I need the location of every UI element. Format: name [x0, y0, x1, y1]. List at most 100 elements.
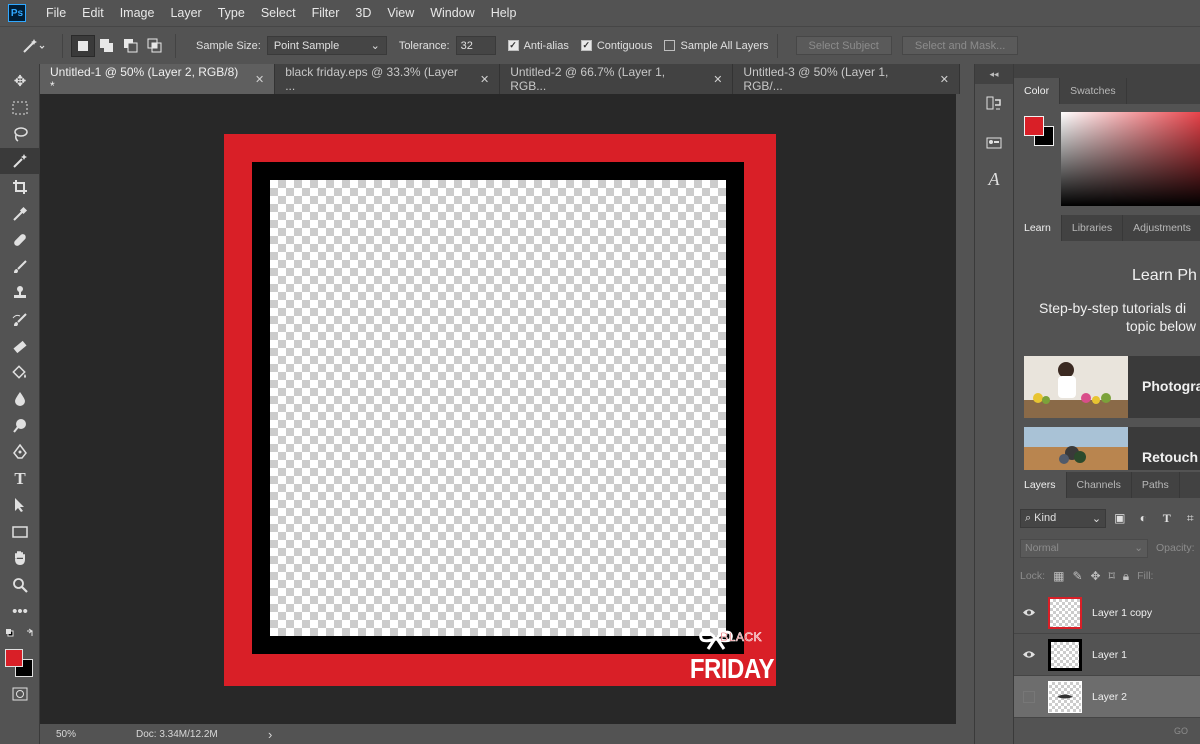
close-icon[interactable]: ✕ [713, 73, 722, 86]
swap-colors-button[interactable] [0, 625, 40, 645]
crop-tool[interactable] [0, 174, 40, 201]
filter-shape-layers-icon[interactable]: ⌗ [1181, 508, 1200, 528]
layer-row-layer-1-copy[interactable]: Layer 1 copy [1014, 592, 1200, 634]
lock-label: Lock: [1020, 570, 1046, 582]
foreground-color-swatch[interactable] [5, 648, 23, 667]
add-to-selection-button[interactable] [95, 35, 119, 57]
select-and-mask-button[interactable]: Select and Mask... [901, 36, 1019, 55]
tab-black-friday[interactable]: black friday.eps @ 33.3% (Layer ... ✕ [275, 64, 501, 94]
tab-untitled-3[interactable]: Untitled-3 @ 50% (Layer 1, RGB/... ✕ [733, 64, 960, 94]
dodge-tool[interactable] [0, 413, 40, 440]
menu-image[interactable]: Image [112, 6, 163, 20]
tab-swatches[interactable]: Swatches [1060, 78, 1127, 104]
intersect-selection-button[interactable] [143, 35, 167, 57]
history-brush-icon [12, 313, 27, 326]
clone-stamp-tool[interactable] [0, 280, 40, 307]
artboard-red-frame[interactable]: BLACK FRIDAY [224, 134, 776, 686]
tab-untitled-2[interactable]: Untitled-2 @ 66.7% (Layer 1, RGB... ✕ [500, 64, 734, 94]
history-brush-tool[interactable] [0, 307, 40, 334]
layer-row-layer-2[interactable]: Layer 2 [1014, 676, 1200, 718]
tab-untitled-1[interactable]: Untitled-1 @ 50% (Layer 2, RGB/8) * ✕ [40, 64, 276, 94]
move-tool[interactable]: ✥ [0, 68, 40, 95]
tab-libraries[interactable]: Libraries [1062, 215, 1124, 241]
layer-name: Layer 2 [1092, 690, 1128, 703]
tab-layers[interactable]: Layers [1014, 472, 1067, 498]
sample-size-select[interactable]: Point Sample ⌄ [266, 36, 387, 55]
magic-wand-tool[interactable] [0, 147, 40, 174]
type-tool[interactable]: T [0, 466, 40, 493]
tab-paths[interactable]: Paths [1132, 472, 1180, 498]
filter-adjustment-layers-icon[interactable]: ◐ [1134, 508, 1154, 528]
contiguous-checkbox[interactable]: ✓ Contiguous [580, 40, 652, 52]
lock-artboard-icon[interactable]: ⌑ [1109, 569, 1115, 583]
eye-icon[interactable] [1014, 608, 1044, 617]
tab-channels[interactable]: Channels [1067, 472, 1132, 498]
lock-position-icon[interactable]: ✥ [1091, 569, 1101, 583]
foreground-color-swatch[interactable] [1024, 116, 1044, 136]
color-spectrum-picker[interactable] [1061, 112, 1200, 206]
status-menu-arrow[interactable]: › [268, 727, 272, 742]
close-icon[interactable]: ✕ [940, 73, 949, 86]
layer-row-layer-1[interactable]: Layer 1 [1014, 634, 1200, 676]
lock-image-pixels-icon[interactable]: ✎ [1072, 569, 1082, 583]
hand-tool[interactable] [0, 545, 40, 572]
rectangle-tool[interactable] [0, 519, 40, 546]
close-icon[interactable]: ✕ [255, 73, 264, 86]
vertical-scrollbar[interactable] [956, 94, 974, 724]
visibility-toggle-off[interactable] [1023, 690, 1035, 703]
healing-brush-tool[interactable] [0, 227, 40, 254]
layer-filter-kind-select[interactable]: ⌕ Kind ⌄ [1020, 508, 1107, 528]
tab-learn[interactable]: Learn [1014, 215, 1062, 241]
zoom-level[interactable]: 50% [56, 729, 136, 740]
menu-window[interactable]: Window [422, 6, 482, 20]
lock-all-icon[interactable]: 🔒︎ [1123, 569, 1129, 584]
paint-bucket-tool[interactable] [0, 360, 40, 387]
menu-help[interactable]: Help [483, 6, 525, 20]
quick-mask-button[interactable] [0, 681, 40, 708]
eye-icon[interactable] [1014, 650, 1044, 659]
blur-tool[interactable] [0, 386, 40, 413]
close-icon[interactable]: ✕ [480, 73, 489, 86]
eraser-tool[interactable] [0, 333, 40, 360]
path-selection-tool[interactable] [0, 492, 40, 519]
new-selection-button[interactable] [71, 34, 95, 57]
more-tools-button[interactable]: ••• [0, 598, 40, 625]
tutorial-card-photography[interactable]: Photogra [1024, 356, 1200, 418]
layer-thumbnail [1048, 596, 1082, 629]
blend-mode-select[interactable]: Normal ⌄ [1020, 538, 1148, 558]
subtract-from-selection-button[interactable] [119, 35, 143, 57]
select-subject-button[interactable]: Select Subject [795, 36, 892, 55]
zoom-tool[interactable] [0, 572, 40, 599]
tab-color[interactable]: Color [1014, 78, 1061, 104]
tab-adjustments[interactable]: Adjustments [1123, 215, 1200, 241]
color-swatches[interactable] [0, 645, 39, 681]
eyedropper-tool[interactable] [0, 201, 40, 228]
menu-file[interactable]: File [38, 6, 74, 20]
history-panel-button[interactable] [975, 84, 1013, 124]
pen-tool[interactable] [0, 439, 40, 466]
sample-all-layers-checkbox[interactable]: Sample All Layers [664, 40, 769, 52]
marquee-tool[interactable] [0, 95, 40, 122]
menu-edit[interactable]: Edit [74, 6, 112, 20]
filter-type-layers-icon[interactable]: T [1157, 508, 1177, 528]
tolerance-input[interactable]: 32 [455, 36, 496, 55]
character-panel-button[interactable]: A [975, 164, 1013, 194]
collapse-arrows-icon[interactable]: ◂◂ [975, 64, 1013, 84]
menu-3d[interactable]: 3D [347, 6, 379, 20]
menu-view[interactable]: View [379, 6, 422, 20]
filter-pixel-layers-icon[interactable]: ▣ [1110, 508, 1130, 528]
menu-type[interactable]: Type [210, 6, 253, 20]
tool-preset-picker[interactable] [14, 32, 54, 60]
anti-alias-checkbox[interactable]: ✓ Anti-alias [507, 40, 569, 52]
brush-icon [14, 260, 27, 273]
menu-layer[interactable]: Layer [162, 6, 209, 20]
canvas-area[interactable]: BLACK FRIDAY [40, 94, 956, 724]
properties-panel-button[interactable] [975, 124, 1013, 164]
menu-select[interactable]: Select [253, 6, 304, 20]
tutorial-card-retouch[interactable]: Retouch [1024, 427, 1200, 470]
menu-filter[interactable]: Filter [304, 6, 348, 20]
lock-row: Lock: ▦ ✎ ✥ ⌑ 🔒︎ Fill: [1014, 562, 1200, 590]
lock-transparent-pixels-icon[interactable]: ▦ [1053, 569, 1064, 583]
brush-tool[interactable] [0, 254, 40, 281]
lasso-tool[interactable] [0, 121, 40, 148]
